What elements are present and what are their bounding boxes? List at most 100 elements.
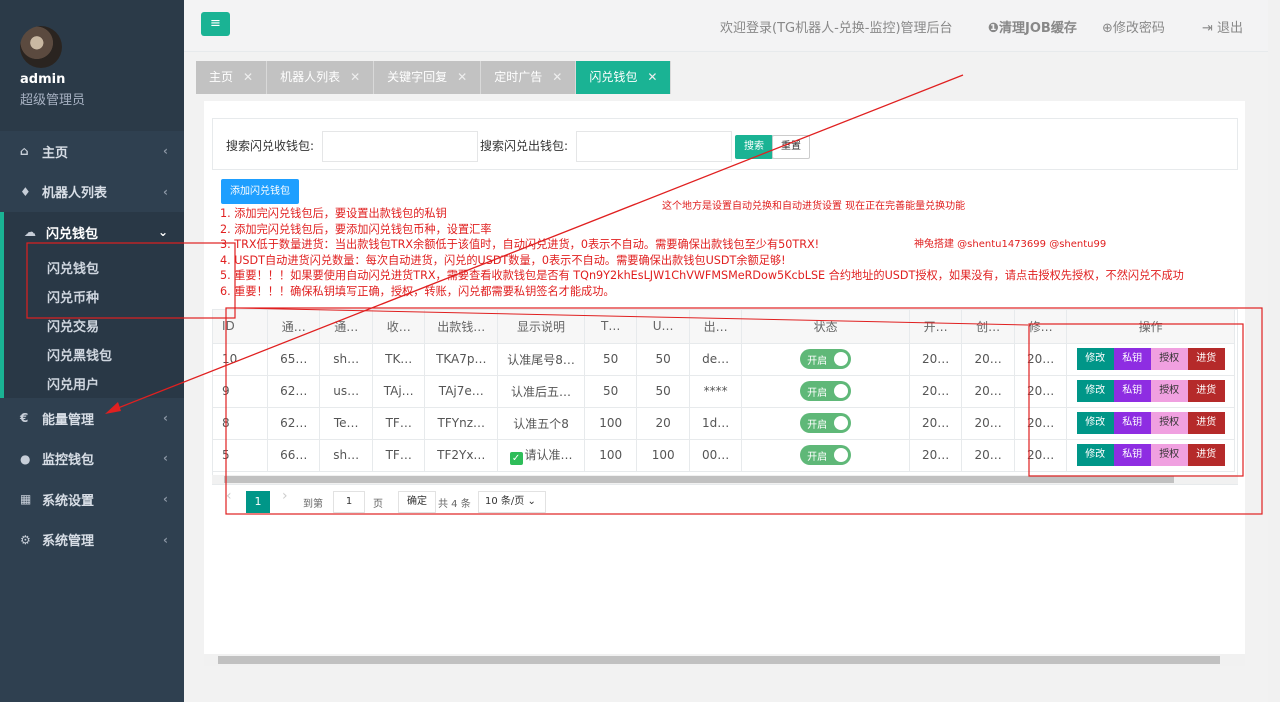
scrollbar-thumb[interactable]: [218, 656, 1220, 664]
private-key-button[interactable]: 私钥: [1113, 380, 1151, 402]
tab-robot-list[interactable]: 机器人列表 ✕: [267, 61, 375, 94]
status-toggle[interactable]: 开启: [800, 413, 852, 433]
tab-flash-wallet[interactable]: 闪兑钱包 ✕: [576, 61, 672, 94]
sidebar-item-energy[interactable]: € 能量管理 ‹: [0, 398, 184, 439]
reset-button[interactable]: 重置: [772, 135, 810, 159]
windows-icon: ▦: [20, 492, 32, 507]
cell: TKA7p…: [424, 343, 499, 376]
submenu-item-flash-trade[interactable]: 闪兑交易: [4, 311, 184, 340]
submenu-item-flash-users[interactable]: 闪兑用户: [4, 369, 184, 398]
ops-cell: 修改 私钥 授权 进货: [1066, 407, 1235, 440]
chevron-left-icon: ‹: [163, 184, 168, 199]
edit-button[interactable]: 修改: [1076, 444, 1114, 466]
table-row: 10 65… sh… TK… TKA7p… 认准尾号8… 50 50 de… 开…: [213, 343, 1235, 376]
private-key-button[interactable]: 私钥: [1113, 348, 1151, 370]
instruction-line: 5. 重要！！！如果要使用自动闪兑进货TRX，需要查看收款钱包是否有 TQn9Y…: [220, 269, 1184, 283]
column-header: 操作: [1066, 310, 1235, 344]
page-number-current[interactable]: 1: [246, 491, 270, 513]
column-header[interactable]: 通…: [319, 310, 373, 344]
user-name[interactable]: admin: [20, 72, 164, 87]
goto-confirm-button[interactable]: 确定: [398, 491, 436, 513]
chevron-left-icon: ‹: [163, 491, 168, 506]
prev-page-button[interactable]: ‹: [226, 488, 232, 504]
euro-icon: €: [20, 411, 29, 426]
sidebar-item-label: 主页: [42, 145, 69, 161]
tab-scheduled-ads[interactable]: 定时广告 ✕: [481, 61, 577, 94]
change-password-button[interactable]: ⊕修改密码: [1102, 17, 1165, 36]
edit-button[interactable]: 修改: [1076, 380, 1114, 402]
table-horizontal-scrollbar[interactable]: [212, 475, 1238, 484]
column-header[interactable]: U…: [636, 310, 690, 344]
avatar[interactable]: [20, 26, 62, 68]
restock-button[interactable]: 进货: [1187, 412, 1225, 434]
scrollbar-thumb[interactable]: [224, 476, 1174, 483]
next-page-button[interactable]: ›: [282, 488, 288, 504]
page-size-select[interactable]: 10 条/页 ⌄: [478, 491, 546, 513]
column-header[interactable]: 状态: [741, 310, 910, 344]
tab-label: 关键字回复: [387, 70, 448, 84]
status-toggle[interactable]: 开启: [800, 349, 852, 369]
column-header[interactable]: 收…: [372, 310, 426, 344]
restock-button[interactable]: 进货: [1187, 348, 1225, 370]
add-flash-wallet-button[interactable]: 添加闪兑钱包: [221, 179, 299, 204]
private-key-button[interactable]: 私钥: [1113, 444, 1151, 466]
menu-toggle-button[interactable]: ≡: [201, 12, 230, 36]
column-header[interactable]: 开…: [909, 310, 963, 344]
edit-button[interactable]: 修改: [1076, 348, 1114, 370]
close-icon[interactable]: ✕: [350, 61, 360, 94]
search-in-wallet-input[interactable]: [322, 131, 478, 162]
authorize-button[interactable]: 授权: [1150, 380, 1188, 402]
search-button[interactable]: 搜索: [735, 135, 773, 159]
goto-page-input[interactable]: 1: [333, 491, 365, 513]
authorize-button[interactable]: 授权: [1150, 444, 1188, 466]
submenu-item-flash-wallet[interactable]: 闪兑钱包: [4, 253, 184, 282]
page-vertical-scrollbar[interactable]: [1268, 0, 1280, 702]
restock-button[interactable]: 进货: [1187, 380, 1225, 402]
search-out-wallet-input[interactable]: [576, 131, 732, 162]
gear-icon: ⚙: [20, 532, 31, 547]
sidebar-item-flash-wallet[interactable]: ☁ 闪兑钱包 ⌄: [0, 212, 184, 253]
authorize-button[interactable]: 授权: [1150, 348, 1188, 370]
submenu-item-flash-coin[interactable]: 闪兑币种: [4, 282, 184, 311]
column-header[interactable]: 创…: [961, 310, 1015, 344]
column-header[interactable]: ID: [213, 310, 268, 344]
status-toggle[interactable]: 开启: [800, 381, 852, 401]
column-header[interactable]: 修…: [1014, 310, 1068, 344]
cell: 20…: [1014, 343, 1068, 376]
content-horizontal-scrollbar[interactable]: [204, 654, 1245, 666]
column-header[interactable]: 出款钱…: [424, 310, 499, 344]
cell: 65…: [267, 343, 321, 376]
close-icon[interactable]: ✕: [243, 61, 253, 94]
close-icon[interactable]: ✕: [647, 61, 657, 94]
annotation-note: 这个地方是设置自动兑换和自动进货设置 现在正在完善能量兑换功能: [662, 201, 966, 212]
status-cell: 开启: [741, 343, 910, 376]
sidebar-item-system-settings[interactable]: ▦ 系统设置 ‹: [0, 479, 184, 520]
cell: ****: [689, 375, 743, 408]
tab-keyword-reply[interactable]: 关键字回复 ✕: [374, 61, 482, 94]
column-header[interactable]: T…: [584, 310, 638, 344]
close-icon[interactable]: ✕: [552, 61, 562, 94]
helmet-icon: ●: [20, 451, 31, 466]
cell: TK…: [372, 343, 426, 376]
logout-label: 退出: [1217, 21, 1244, 36]
clear-job-button[interactable]: ❶清理JOB缓存: [988, 17, 1077, 36]
sidebar-item-system-admin[interactable]: ⚙ 系统管理 ‹: [0, 520, 184, 561]
submenu-item-flash-blacklist[interactable]: 闪兑黑钱包: [4, 340, 184, 369]
chevron-left-icon: ‹: [163, 144, 168, 158]
cell: 20…: [1014, 375, 1068, 408]
column-header[interactable]: 显示说明: [497, 310, 585, 344]
logout-button[interactable]: ⇥ 退出: [1202, 17, 1243, 36]
restock-button[interactable]: 进货: [1187, 444, 1225, 466]
status-toggle[interactable]: 开启: [800, 445, 852, 465]
sidebar-item-robot-list[interactable]: ♦ 机器人列表 ‹: [0, 172, 184, 213]
column-header[interactable]: 出…: [689, 310, 743, 344]
close-icon[interactable]: ✕: [457, 61, 467, 94]
sidebar-item-home[interactable]: ⌂ 主页 ‹: [0, 131, 184, 172]
sidebar-item-monitor-wallet[interactable]: ● 监控钱包 ‹: [0, 438, 184, 479]
cell: 62…: [267, 407, 321, 440]
private-key-button[interactable]: 私钥: [1113, 412, 1151, 434]
column-header[interactable]: 通…: [267, 310, 321, 344]
authorize-button[interactable]: 授权: [1150, 412, 1188, 434]
edit-button[interactable]: 修改: [1076, 412, 1114, 434]
tab-home[interactable]: 主页 ✕: [196, 61, 268, 94]
